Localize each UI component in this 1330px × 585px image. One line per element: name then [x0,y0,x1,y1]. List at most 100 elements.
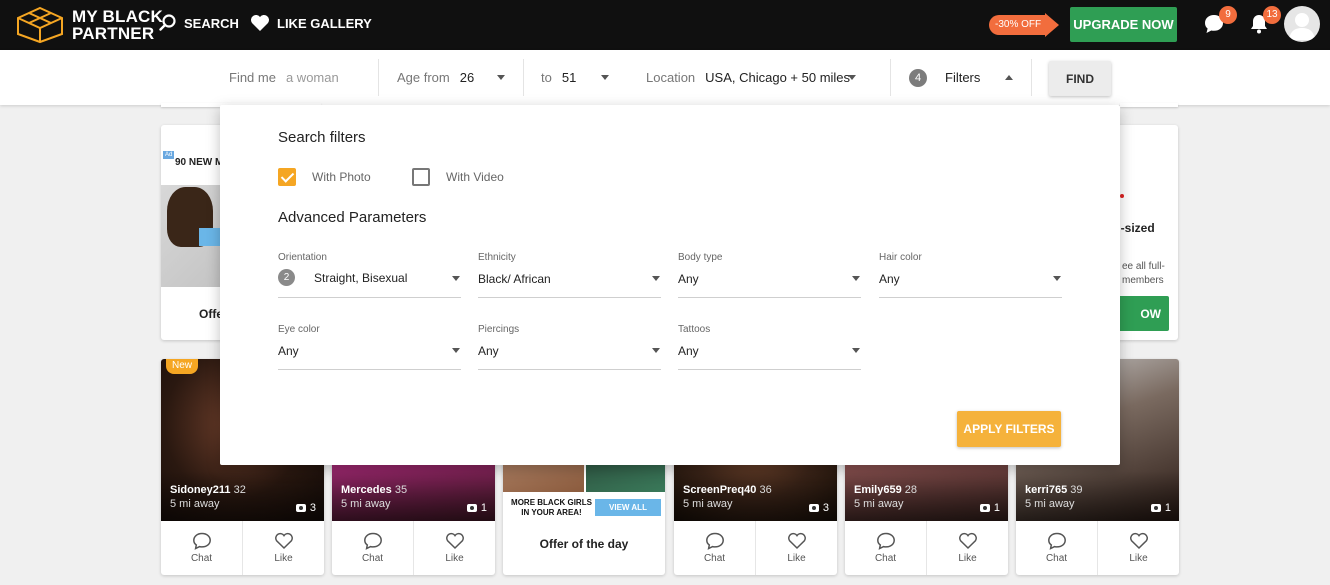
location-label: Location [646,70,696,85]
divider [378,59,379,96]
profile-age: 32 [233,484,246,496]
brand-line-1: MY BLACK [72,7,164,26]
chevron-down-icon [652,276,660,281]
discount-badge: -30% OFF [989,15,1048,35]
heart-icon [251,15,269,31]
profile-name: Mercedes 35 [341,484,407,496]
upgrade-now-button[interactable]: UPGRADE NOW [1070,7,1177,42]
profile-username: Emily659 [854,484,902,496]
notifications-button[interactable]: 13 [1249,6,1281,40]
profile-actions: Chat Like [845,521,1008,575]
orientation-count-badge: 2 [278,269,295,286]
promo-arrow-icon [1045,13,1060,37]
like-label: Like [274,553,293,564]
view-all-button[interactable]: VIEW ALL [595,499,661,516]
age-from-label: Age from [397,70,450,85]
orientation-label: Orientation [278,252,327,263]
chat-button[interactable]: Chat [845,521,926,575]
ad-title: 90 NEW M [175,157,224,168]
chat-button[interactable]: Chat [674,521,755,575]
body-type-select[interactable]: Body type Any [678,252,861,298]
like-button[interactable]: Like [1097,521,1179,575]
field-underline [478,369,661,370]
chevron-up-icon [1005,75,1013,80]
hair-color-select[interactable]: Hair color Any [879,252,1062,298]
user-icon [1289,13,1315,40]
profile-actions: Chat Like [674,521,837,575]
field-underline [678,369,861,370]
with-photo-checkbox[interactable]: With Photo [278,168,371,186]
messages-count-badge: 9 [1219,6,1237,24]
chevron-down-icon [452,348,460,353]
card-edge [1120,103,1178,107]
brand-name: MY BLACK PARTNER [72,8,163,42]
chevron-down-icon [452,276,460,281]
age-from-select[interactable]: Age from 26 [397,50,505,105]
like-label: Like [958,553,977,564]
photo-count-value: 3 [309,502,316,514]
messages-button[interactable]: 9 [1203,6,1237,40]
apply-filters-button[interactable]: APPLY FILTERS [957,411,1061,447]
filters-panel: Search filters With Photo With Video Adv… [220,105,1120,465]
user-avatar[interactable] [1284,6,1320,42]
heart-outline-icon [958,532,977,550]
field-underline [478,297,661,298]
with-photo-label: With Photo [312,170,371,184]
orientation-value: 2 Straight, Bisexual [278,269,407,286]
field-underline [278,297,461,298]
profile-username: Mercedes [341,484,392,496]
profile-actions: Chat Like [161,521,324,575]
nav-like-gallery[interactable]: LIKE GALLERY [250,14,372,32]
chat-label: Chat [361,553,384,564]
chat-label: Chat [1045,553,1068,564]
search-icon [159,14,176,31]
nav-search-label: SEARCH [184,15,239,31]
top-navigation-bar: MY BLACK PARTNER SEARCH LIKE GALLERY -30… [0,0,1330,50]
divider [890,59,891,96]
divider [523,59,524,96]
piercings-value: Any [478,344,499,358]
tattoos-select[interactable]: Tattoos Any [678,324,861,370]
like-label: Like [1129,553,1148,564]
like-label: Like [787,553,806,564]
like-button[interactable]: Like [755,521,837,575]
find-me-field[interactable]: Find me a woman [229,50,339,105]
chevron-down-icon [652,348,660,353]
camera-icon [1150,504,1161,512]
like-button[interactable]: Like [242,521,324,575]
ad-right-title: ll-sized [1114,221,1155,235]
find-me-value: a woman [285,70,339,85]
like-button[interactable]: Like [926,521,1008,575]
profile-distance: 5 mi away [683,498,733,510]
photo-count: 3 [808,502,829,514]
eye-color-select[interactable]: Eye color Any [278,324,461,370]
like-button[interactable]: Like [413,521,495,575]
piercings-select[interactable]: Piercings Any [478,324,661,370]
heart-outline-icon [445,532,464,550]
discount-promo[interactable]: -30% OFF [989,13,1060,37]
brand-logo[interactable]: MY BLACK PARTNER [16,6,163,44]
with-video-checkbox[interactable]: With Video [412,168,504,186]
chat-button[interactable]: Chat [1016,521,1097,575]
piercings-label: Piercings [478,324,520,335]
eye-color-label: Eye color [278,324,320,335]
chat-button[interactable]: Chat [161,521,242,575]
divider [1031,59,1032,96]
find-button[interactable]: FIND [1049,61,1111,96]
age-from-value: 26 [459,70,475,85]
nav-search[interactable]: SEARCH [159,14,239,32]
photo-count: 1 [466,502,487,514]
new-badge: New [166,359,199,374]
location-select[interactable]: Location USA, Chicago + 50 miles [646,50,856,105]
orientation-select[interactable]: Orientation 2 Straight, Bisexual [278,252,461,298]
ethnicity-select[interactable]: Ethnicity Black/ African [478,252,661,298]
chat-icon [705,532,724,550]
checkbox-checked-icon [278,168,296,186]
profile-name: ScreenPreq40 36 [683,484,772,496]
profile-distance: 5 mi away [341,498,391,510]
chat-button[interactable]: Chat [332,521,413,575]
filters-count-badge: 4 [909,68,927,87]
chevron-down-icon [1053,276,1061,281]
age-to-select[interactable]: to 51 [541,50,609,105]
filters-toggle[interactable]: 4 Filters [909,50,1013,105]
